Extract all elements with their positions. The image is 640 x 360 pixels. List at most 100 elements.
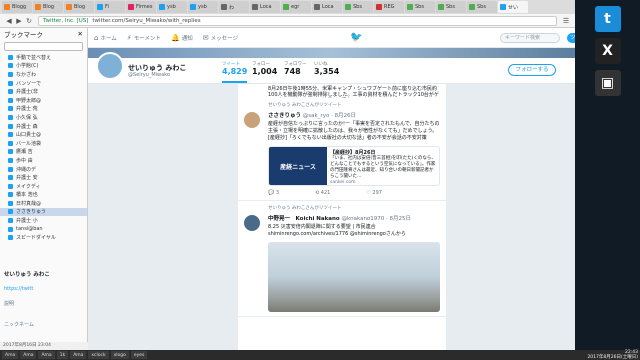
stat-tweets[interactable]: ツイート 4,829: [222, 61, 248, 83]
sidebar-bookmark-item[interactable]: なかざわ: [0, 70, 87, 79]
browser-tab[interactable]: REG: [374, 1, 404, 13]
browser-tab[interactable]: Sbs: [343, 1, 373, 13]
taskbar-item[interactable]: 1k: [56, 351, 69, 359]
sidebar-bookmark-item[interactable]: 鷹瀬 吉: [0, 148, 87, 157]
browser-tab[interactable]: Sbs: [405, 1, 435, 13]
sidebar-bookmark-item[interactable]: 橋本 浩也: [0, 191, 87, 200]
retweet-button[interactable]: ⟲ 421: [315, 190, 348, 196]
taskbar-item[interactable]: Ama: [2, 351, 19, 359]
browser-tab[interactable]: Blogg: [2, 1, 32, 13]
card-body: 「いま、社内は安倍(晋三首相)を叩(たた)くのなら、どんなことでもするという空気…: [330, 156, 436, 179]
browser-tab[interactable]: せい: [498, 1, 528, 13]
avatar[interactable]: [244, 112, 260, 128]
sidebar-bookmark-item[interactable]: 歩中 由: [0, 156, 87, 165]
stat-followers[interactable]: フォロワー 748: [284, 61, 307, 76]
nav-home[interactable]: ⌂ ホーム: [94, 34, 117, 42]
sidebar-bookmark-item[interactable]: 弁護士 森: [0, 122, 87, 131]
browser-tab[interactable]: Blog: [33, 1, 63, 13]
taskbar-item[interactable]: Ama: [38, 351, 55, 359]
like-button[interactable]: ♡ 297: [366, 190, 400, 196]
taskbar-item[interactable]: Ama: [70, 351, 87, 359]
menu-icon[interactable]: ☰: [561, 16, 571, 26]
stat-following[interactable]: フォロー 1,004: [252, 61, 277, 76]
bookmark-icon: [8, 80, 13, 86]
bookmark-icon: [8, 226, 13, 232]
browser-tab[interactable]: ysb: [157, 1, 187, 13]
clock: 22:43 2017年8月26日(土曜日): [587, 350, 638, 360]
search-input[interactable]: キーワード検索: [500, 33, 560, 43]
bookmark-icon: [8, 71, 13, 77]
bookmark-icon: [8, 166, 13, 172]
sidebar-bookmark-item[interactable]: 弁護士 小: [0, 216, 87, 225]
reload-icon[interactable]: ↻: [24, 16, 34, 26]
sidebar-header: ブックマーク ✕: [0, 28, 87, 40]
x-app-icon[interactable]: X: [594, 38, 621, 64]
sidebar-search-input[interactable]: [4, 42, 83, 51]
sidebar-bookmark-item[interactable]: ささきりゅう: [0, 207, 87, 217]
tweet-button[interactable]: ツイート: [567, 33, 575, 43]
close-icon[interactable]: ✕: [78, 30, 83, 38]
profile-handle: @Seiryu_Miwako: [128, 72, 170, 78]
browser-tab[interactable]: Sbs: [467, 1, 497, 13]
tweet-photo[interactable]: [268, 242, 440, 312]
taskbar-item[interactable]: Ama: [20, 351, 37, 359]
stat-likes[interactable]: いいね 3,354: [314, 61, 339, 76]
sidebar-profile-link[interactable]: https://twitt: [4, 286, 50, 292]
url-field[interactable]: Twitter, Inc. [US] twitter.com/Seiryu_Mi…: [38, 15, 557, 26]
nav-messages[interactable]: ✉ メッセージ: [203, 34, 238, 42]
sidebar-bookmark-item[interactable]: 日村真哉@: [0, 199, 87, 208]
bookmark-icon: [8, 235, 13, 241]
taskbar-item[interactable]: xlogo: [110, 351, 129, 359]
browser-tab[interactable]: ysb: [188, 1, 218, 13]
sidebar-bookmark-item[interactable]: 手動で並べ替え: [0, 53, 87, 62]
timeline: せいりゅう みわこさんがリツイート ささきりゅう @sak_ryo · 8月26…: [238, 98, 446, 350]
avatar[interactable]: [96, 52, 124, 80]
terminal-icon[interactable]: ▣: [594, 70, 621, 96]
nav-moments[interactable]: ⚡ モーメント: [127, 34, 161, 42]
browser-tab[interactable]: Sbs: [436, 1, 466, 13]
sidebar-bookmark-item[interactable]: スピードダイヤル: [0, 233, 87, 242]
sidebar-bookmark-item[interactable]: バール池袋: [0, 139, 87, 148]
reply-button[interactable]: 💬 3: [268, 190, 297, 196]
link-card[interactable]: 産経ニュース 【産経抄】8月26日 「いま、社内は安倍(晋三首相)を叩(たた)く…: [268, 146, 440, 186]
twitter-app-icon[interactable]: t: [594, 6, 621, 32]
mail-icon: ✉: [202, 33, 209, 42]
follow-button[interactable]: フォローする: [508, 64, 556, 76]
sidebar-bookmark-item[interactable]: メイクディ: [0, 182, 87, 191]
sidebar-bookmark-item[interactable]: 甲野太郎@: [0, 96, 87, 105]
tweet-author[interactable]: ささきりゅう: [268, 113, 301, 119]
sidebar-bookmark-item[interactable]: 小久保 弘: [0, 113, 87, 122]
nav-notifications[interactable]: 🔔 通知: [171, 34, 193, 42]
forward-icon[interactable]: ▶: [14, 16, 24, 26]
browser-tab[interactable]: egr: [281, 1, 311, 13]
tweet-author[interactable]: 中野晃一 Koichi Nakano: [268, 216, 340, 222]
browser-tab[interactable]: Loca: [250, 1, 280, 13]
tweet-handle: @sak_ryo · 8月26日: [302, 113, 357, 119]
back-icon[interactable]: ◀: [4, 16, 14, 26]
sidebar-bookmark-item[interactable]: 弁護士 安: [0, 173, 87, 182]
taskbar-item[interactable]: xclock: [88, 351, 109, 359]
sidebar-bookmark-item[interactable]: 小学館(C): [0, 62, 87, 71]
sidebar-bookmark-item[interactable]: 山口貴士@: [0, 130, 87, 139]
tab-bar: Blogg Blog Blog Fi Firmes ysb ysb わ Loca egr Loca S…: [0, 0, 575, 14]
browser-tab[interactable]: Loca: [312, 1, 342, 13]
retweet-note: せいりゅう みわこさんがリツイート: [268, 103, 342, 108]
twitter-bird-icon[interactable]: 🐦: [350, 32, 362, 43]
sidebar-bookmark-item[interactable]: バンソーで: [0, 79, 87, 88]
browser-tab[interactable]: Blog: [64, 1, 94, 13]
sidebar-bookmark-item[interactable]: 弁護士 荒: [0, 105, 87, 114]
tab-favicon-icon: [190, 4, 196, 10]
sidebar-bookmark-item[interactable]: 沖縄のデ: [0, 165, 87, 174]
tweet[interactable]: せいりゅう みわこさんがリツイート 中野晃一 Koichi Nakano @kn…: [238, 201, 446, 317]
taskbar-item[interactable]: eyes: [130, 351, 148, 359]
sidebar-bookmark-item[interactable]: 弁護士(非: [0, 87, 87, 96]
sidebar-bookmark-item[interactable]: tansi@ban: [0, 225, 87, 234]
browser-tab[interactable]: Firmes: [126, 1, 156, 13]
bookmark-icon: [8, 106, 13, 112]
browser-tab[interactable]: Fi: [95, 1, 125, 13]
tab-favicon-icon: [314, 4, 320, 10]
tweet[interactable]: せいりゅう みわこさんがリツイート ささきりゅう @sak_ryo · 8月26…: [238, 98, 446, 201]
browser-tab[interactable]: わ: [219, 1, 249, 13]
avatar[interactable]: [244, 215, 260, 231]
tab-favicon-icon: [128, 4, 134, 10]
